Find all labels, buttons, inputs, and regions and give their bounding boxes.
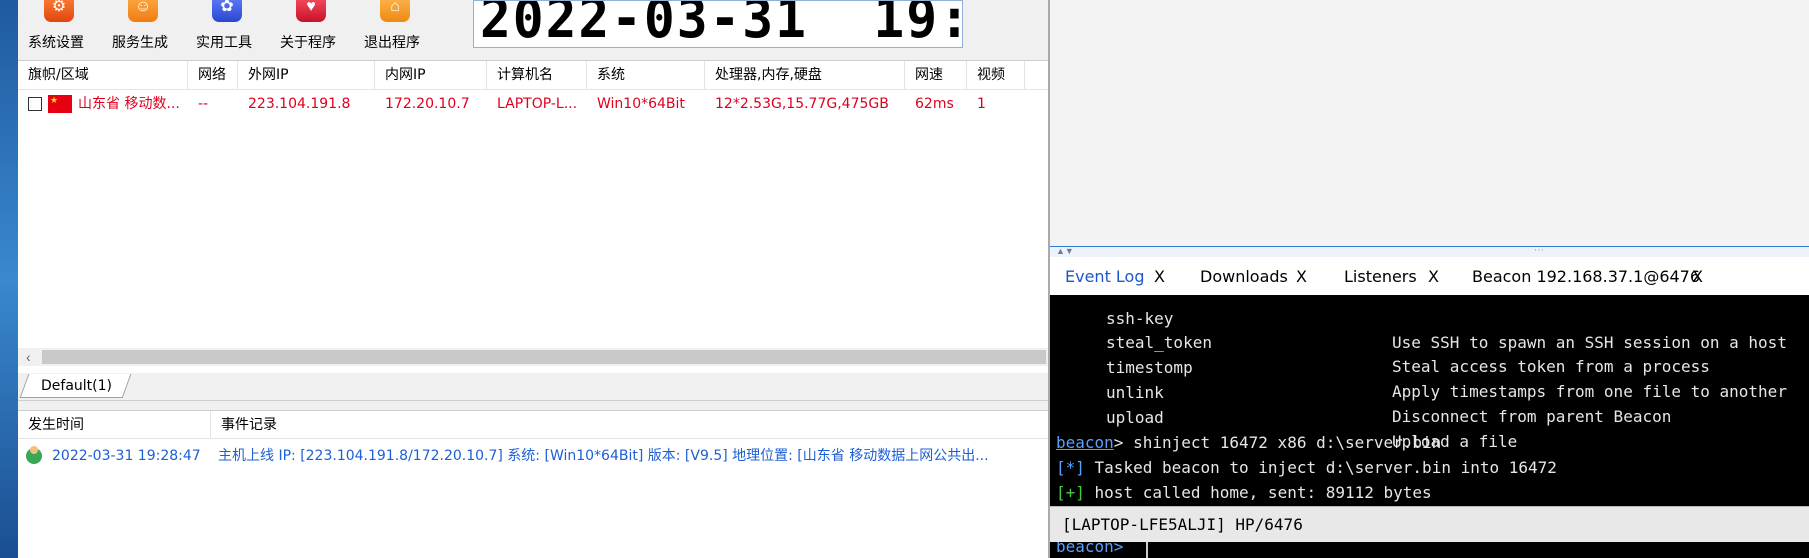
beacon-prompt: beacon	[1056, 433, 1114, 452]
help-row: timestomp Apply timestamps from one file…	[1056, 332, 1787, 401]
desktop-background	[0, 0, 18, 558]
session-pane	[1050, 0, 1809, 247]
tab-listeners[interactable]: Listeners	[1344, 265, 1417, 289]
tab-downloads[interactable]: Downloads	[1200, 265, 1288, 289]
service-generate-label: 服务生成	[112, 35, 168, 51]
text-caret	[1146, 542, 1148, 558]
help-row: upload Upload a file	[1056, 382, 1517, 451]
host-list: 旗帜/区域 网络 外网IP 内网IP 计算机名 系统 处理器,内存,硬盘 网速 …	[18, 60, 1048, 373]
cell-latency: 62ms	[915, 96, 954, 112]
close-downloads-icon[interactable]: X	[1296, 265, 1307, 289]
task-text: Tasked beacon to inject d:\server.bin in…	[1084, 458, 1557, 477]
table-row[interactable]: 山东省 移动数... -- 223.104.191.8 172.20.10.7 …	[18, 91, 1048, 117]
callback-line: [+] host called home, sent: 89112 bytes	[1056, 481, 1432, 505]
tab-beacon[interactable]: Beacon 192.168.37.1@6476	[1472, 265, 1700, 289]
beacon-statusbar: [LAPTOP-LFE5ALJI] HP/6476	[1050, 506, 1809, 542]
event-message: 主机上线 IP: [223.104.191.8/172.20.10.7] 系统:…	[218, 448, 989, 464]
list-item[interactable]: 2022-03-31 19:28:47 主机上线 IP: [223.104.19…	[18, 445, 1048, 467]
help-command: steal_token	[1106, 333, 1212, 352]
clock-text: 2022-03-31 19:28:56	[480, 0, 962, 48]
remote-control-window: ⚙ 系统设置 ☺ 服务生成 ✿ 实用工具 ♥ 关于程序 ⌂ 退出程序 2022-…	[18, 0, 1048, 558]
collapse-arrows-icon[interactable]: ▲▼	[1056, 246, 1074, 256]
cell-os: Win10*64Bit	[597, 96, 685, 112]
close-event-log-icon[interactable]: X	[1154, 265, 1165, 289]
event-log-header: 发生时间 事件记录	[18, 411, 1048, 439]
info-icon: ♥	[296, 0, 326, 22]
exit-label: 退出程序	[364, 35, 420, 51]
user-icon: ☺	[128, 0, 158, 22]
cell-public-ip: 223.104.191.8	[248, 96, 351, 112]
cobalt-strike-window: ▲▼ ⋯ Event Log X Downloads X Listeners X…	[1048, 0, 1809, 558]
gear-icon: ⚙	[44, 0, 74, 22]
event-log-panel: 发生时间 事件记录 2022-03-31 19:28:47 主机上线 IP: […	[18, 410, 1048, 558]
task-tag: [*]	[1056, 458, 1085, 477]
tab-default-group[interactable]: Default(1)	[19, 374, 132, 398]
tools-icon: ✿	[212, 0, 242, 22]
col-event-record[interactable]: 事件记录	[211, 411, 1048, 439]
main-toolbar: ⚙ 系统设置 ☺ 服务生成 ✿ 实用工具 ♥ 关于程序 ⌂ 退出程序 2022-…	[18, 0, 1048, 52]
beacon-command-input[interactable]: beacon>	[1050, 542, 1809, 558]
help-row: steal_token Steal access token from a pr…	[1056, 307, 1710, 376]
system-settings-button[interactable]: ⚙ 系统设置	[18, 0, 94, 52]
system-settings-label: 系统设置	[28, 35, 84, 51]
callback-text: host called home, sent: 89112 bytes	[1084, 483, 1432, 502]
cell-hardware: 12*2.53G,15.77G,475GB	[715, 96, 889, 112]
tab-default-label: Default(1)	[41, 378, 112, 394]
exit-button[interactable]: ⌂ 退出程序	[354, 0, 430, 52]
console-tabbar: Event Log X Downloads X Listeners X Beac…	[1050, 257, 1809, 295]
col-hardware[interactable]: 处理器,内存,硬盘	[705, 61, 905, 90]
col-hostname[interactable]: 计算机名	[487, 61, 587, 90]
input-prompt: beacon>	[1056, 542, 1124, 556]
utility-tools-label: 实用工具	[196, 35, 252, 51]
help-description: Disconnect from parent Beacon	[1392, 407, 1672, 426]
cell-video: 1	[977, 96, 986, 112]
service-generate-button[interactable]: ☺ 服务生成	[102, 0, 178, 52]
command-text: > shinject 16472 x86 d:\server.bin	[1113, 433, 1442, 452]
col-os[interactable]: 系统	[587, 61, 705, 90]
pane-splitter[interactable]: ▲▼ ⋯	[1050, 246, 1809, 257]
help-description: Use SSH to spawn an SSH session on a hos…	[1392, 333, 1787, 352]
host-list-header: 旗帜/区域 网络 外网IP 内网IP 计算机名 系统 处理器,内存,硬盘 网速 …	[18, 61, 1048, 90]
horizontal-scrollbar[interactable]: ‹	[18, 348, 1048, 366]
help-row: unlink Disconnect from parent Beacon	[1056, 357, 1671, 426]
row-checkbox[interactable]	[28, 97, 42, 111]
help-description: Steal access token from a process	[1392, 357, 1710, 376]
help-command: unlink	[1106, 383, 1164, 402]
col-network[interactable]: 网络	[188, 61, 238, 90]
close-beacon-icon[interactable]: X	[1692, 265, 1703, 289]
cell-region: 山东省 移动数...	[78, 96, 180, 112]
help-row: ssh-key Use SSH to spawn an SSH session …	[1056, 295, 1787, 352]
group-tabbar: Default(1)	[18, 373, 1048, 401]
utility-tools-button[interactable]: ✿ 实用工具	[186, 0, 262, 52]
cell-private-ip: 172.20.10.7	[385, 96, 470, 112]
task-line: [*] Tasked beacon to inject d:\server.bi…	[1056, 456, 1557, 480]
help-command: ssh-key	[1106, 309, 1174, 328]
callback-tag: [+]	[1056, 483, 1085, 502]
col-latency[interactable]: 网速	[905, 61, 967, 90]
beacon-console[interactable]: ssh-key Use SSH to spawn an SSH session …	[1050, 295, 1809, 506]
command-line: beacon> shinject 16472 x86 d:\server.bin	[1056, 431, 1441, 455]
col-video[interactable]: 视频	[967, 61, 1025, 90]
scroll-left-icon[interactable]: ‹	[26, 348, 31, 366]
cell-hostname: LAPTOP-L...	[497, 96, 578, 112]
about-button[interactable]: ♥ 关于程序	[270, 0, 346, 52]
help-command: timestomp	[1106, 358, 1193, 377]
exit-icon: ⌂	[380, 0, 410, 22]
help-command: upload	[1106, 408, 1164, 427]
col-private-ip[interactable]: 内网IP	[375, 61, 487, 90]
cell-network: --	[198, 96, 209, 112]
drag-handle-icon[interactable]: ⋯	[1534, 246, 1544, 256]
about-label: 关于程序	[280, 35, 336, 51]
event-time: 2022-03-31 19:28:47	[52, 448, 201, 464]
digital-clock: 2022-03-31 19:28:56	[473, 0, 963, 48]
user-online-icon	[26, 446, 42, 464]
help-description: Apply timestamps from one file to anothe…	[1392, 382, 1787, 401]
scroll-thumb[interactable]	[42, 350, 1046, 364]
col-region[interactable]: 旗帜/区域	[18, 61, 188, 90]
tab-event-log[interactable]: Event Log	[1065, 265, 1145, 289]
col-event-time[interactable]: 发生时间	[18, 411, 211, 439]
col-public-ip[interactable]: 外网IP	[238, 61, 375, 90]
close-listeners-icon[interactable]: X	[1428, 265, 1439, 289]
